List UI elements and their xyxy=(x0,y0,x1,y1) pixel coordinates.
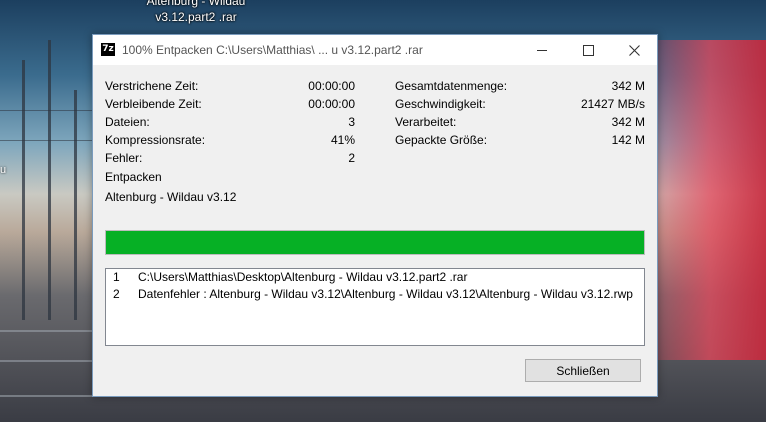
catenary-pole xyxy=(74,90,77,320)
processed-label: Verarbeitet: xyxy=(395,115,457,129)
minimize-icon xyxy=(537,49,547,51)
progress-bar-fill xyxy=(106,231,644,254)
desktop-file-label-line1: Altenburg - Wildau xyxy=(146,0,246,8)
log-row-number: 1 xyxy=(113,270,120,284)
total-size-label: Gesamtdatenmenge: xyxy=(395,79,508,93)
remaining-time-value: 00:00:00 xyxy=(308,97,355,111)
7zip-app-icon: 7z xyxy=(101,43,115,56)
extract-progress-dialog: 7z 100% Entpacken C:\Users\Matthias\ ...… xyxy=(92,34,658,397)
current-item: Altenburg - Wildau v3.12 xyxy=(105,190,237,204)
title-bar[interactable]: 7z 100% Entpacken C:\Users\Matthias\ ...… xyxy=(93,35,657,65)
log-row-text: C:\Users\Matthias\Desktop\Altenburg - Wi… xyxy=(138,270,468,284)
speed-label: Geschwindigkeit: xyxy=(395,97,486,111)
close-button[interactable]: Schließen xyxy=(525,359,641,382)
desktop-edge-text: u xyxy=(0,164,7,176)
elapsed-time-value: 00:00:00 xyxy=(308,79,355,93)
errors-label: Fehler: xyxy=(105,151,143,165)
total-size-value: 342 M xyxy=(611,79,645,93)
rail-track xyxy=(0,360,100,362)
operation-status: Entpacken xyxy=(105,170,162,184)
speed-value: 21427 MB/s xyxy=(580,97,645,111)
log-row-number: 2 xyxy=(113,287,120,301)
rail-track xyxy=(0,395,100,397)
catenary-pole xyxy=(48,40,51,320)
progress-bar xyxy=(105,230,645,255)
message-log[interactable]: 1 C:\Users\Matthias\Desktop\Altenburg - … xyxy=(105,268,645,346)
errors-value: 2 xyxy=(348,151,355,165)
catenary-wire xyxy=(0,110,92,111)
window-title: 100% Entpacken C:\Users\Matthias\ ... u … xyxy=(122,43,423,57)
rail-track xyxy=(0,330,100,332)
processed-value: 342 M xyxy=(611,115,645,129)
catenary-wire xyxy=(0,140,92,141)
log-row-text: Datenfehler : Altenburg - Wildau v3.12\A… xyxy=(138,287,633,301)
close-icon xyxy=(628,44,640,56)
files-label: Dateien: xyxy=(105,115,150,129)
desktop-file-label-line2: v3.12.part2 .rar xyxy=(155,10,237,24)
remaining-time-label: Verbleibende Zeit: xyxy=(105,97,202,111)
compression-ratio-value: 41% xyxy=(330,133,355,147)
close-window-button[interactable] xyxy=(611,35,657,65)
elapsed-time-label: Verstrichene Zeit: xyxy=(105,79,199,93)
packed-size-label: Gepackte Größe: xyxy=(395,133,488,147)
minimize-button[interactable] xyxy=(519,35,565,65)
maximize-icon xyxy=(582,44,594,56)
packed-size-value: 142 M xyxy=(611,133,645,147)
catenary-pole xyxy=(22,60,25,320)
files-value: 3 xyxy=(348,115,355,129)
desktop-file-icon[interactable]: Altenburg - Wildau v3.12.part2 .rar xyxy=(140,0,252,25)
maximize-button[interactable] xyxy=(565,35,611,65)
compression-ratio-label: Kompressionsrate: xyxy=(105,133,206,147)
